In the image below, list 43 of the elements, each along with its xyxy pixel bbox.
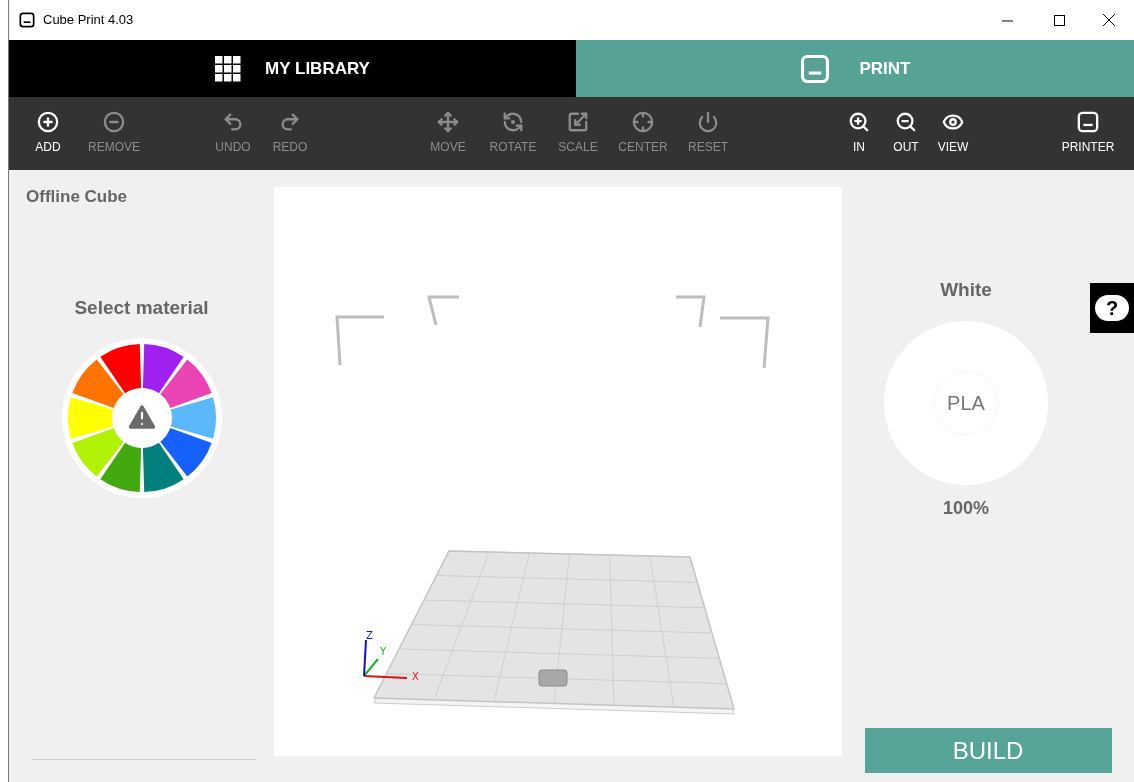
rotate-icon bbox=[502, 111, 524, 133]
material-heading: Select material bbox=[74, 295, 209, 320]
redo-icon bbox=[279, 111, 301, 133]
window-title: Cube Print 4.03 bbox=[43, 11, 134, 30]
printer-status: Offline Cube bbox=[26, 186, 129, 208]
toolbar-button[interactable]: VIEW bbox=[933, 111, 973, 156]
build-plate-view[interactable]: X Y Z bbox=[274, 187, 842, 756]
printer-icon bbox=[799, 53, 830, 84]
undo-icon bbox=[222, 111, 244, 133]
toolbar-button[interactable]: PRINTER bbox=[1060, 111, 1116, 156]
material-swatch[interactable] bbox=[142, 442, 184, 492]
crosshair-icon bbox=[632, 111, 654, 133]
material-swatch[interactable] bbox=[142, 344, 184, 394]
material-swatch[interactable] bbox=[67, 397, 113, 439]
material-swatch[interactable] bbox=[71, 428, 124, 477]
toolbar-button[interactable]: OUT bbox=[886, 111, 926, 156]
maximize-icon bbox=[1053, 14, 1065, 26]
close-icon bbox=[1103, 14, 1115, 26]
material-swatch[interactable] bbox=[159, 428, 212, 477]
app-icon bbox=[19, 12, 35, 28]
zoom-in-icon bbox=[848, 111, 870, 133]
build-button[interactable]: BUILD bbox=[864, 728, 1112, 773]
scale-icon bbox=[567, 111, 589, 133]
add-icon bbox=[37, 111, 59, 133]
help-button[interactable]: ? bbox=[1090, 283, 1134, 333]
nav-tab[interactable]: MY LIBRARY bbox=[9, 40, 576, 97]
power-icon bbox=[697, 111, 719, 133]
material-amount: 100% bbox=[942, 496, 989, 520]
material-color-name: White bbox=[940, 278, 992, 302]
toolbar-button[interactable]: IN bbox=[839, 111, 879, 156]
material-swatch[interactable] bbox=[99, 442, 141, 492]
remove-icon bbox=[103, 111, 125, 133]
material-swatch[interactable] bbox=[159, 359, 212, 408]
printer-icon bbox=[1077, 111, 1099, 133]
zoom-out-icon bbox=[895, 111, 917, 133]
grid-icon bbox=[215, 55, 242, 82]
material-swatch[interactable] bbox=[170, 397, 216, 439]
axis-gizmo-drawing: X Y Z bbox=[363, 630, 419, 682]
move-icon bbox=[437, 111, 459, 133]
material-swatch[interactable] bbox=[71, 359, 124, 408]
toolbar-button[interactable]: ADD bbox=[20, 111, 76, 156]
nav-tab[interactable]: PRINT bbox=[576, 40, 1134, 97]
material-swatch[interactable] bbox=[99, 344, 141, 394]
